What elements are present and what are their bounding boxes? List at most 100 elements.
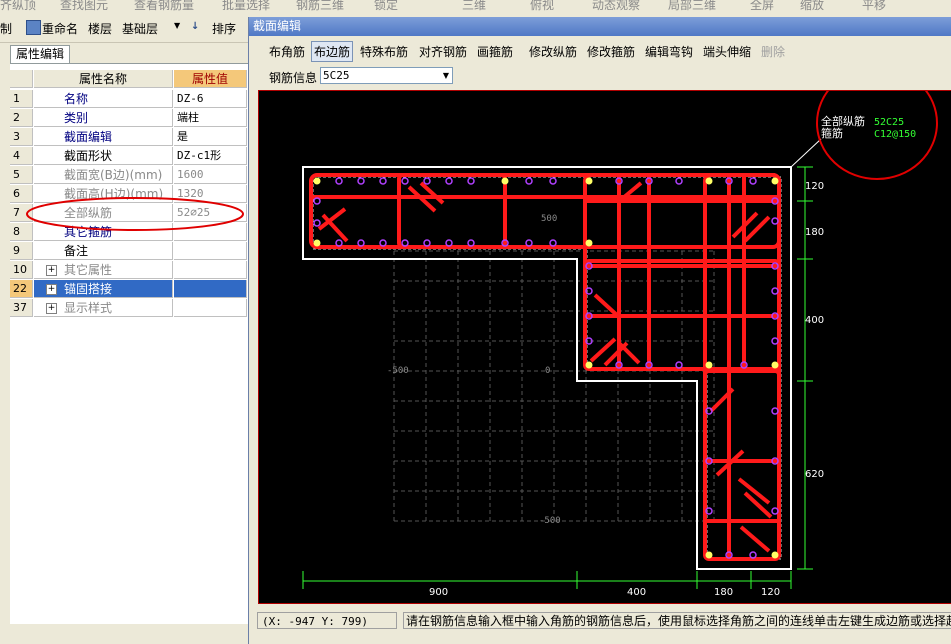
- rename-icon: [26, 20, 41, 35]
- row-name: 名称: [34, 90, 173, 108]
- rebar-info-input[interactable]: 5C25: [320, 67, 453, 84]
- grid-label: 0: [545, 366, 550, 376]
- section-canvas[interactable]: 500 -500 0 -500 全部纵筋 52C25 箍筋 C12@150 90…: [258, 90, 951, 604]
- place-corner-rebar-button[interactable]: 布角筋: [269, 43, 305, 60]
- row-num: 22: [10, 280, 33, 298]
- legend-leader: [790, 138, 822, 168]
- row-name-text: 锚固搭接: [64, 282, 113, 296]
- row-num: 1: [10, 90, 33, 108]
- toolbar-item[interactable]: 局部三维: [668, 0, 716, 12]
- toolbar-item[interactable]: 查找图元: [60, 0, 108, 12]
- grid-label: 500: [541, 214, 557, 224]
- row-name-text: 显示样式: [64, 301, 113, 315]
- toolbar-item[interactable]: 锁定: [374, 0, 398, 12]
- row-name: 截面形状: [34, 147, 173, 165]
- row-name: 截面编辑: [34, 128, 173, 146]
- row-num: 5: [10, 166, 33, 184]
- row-value[interactable]: DZ-c1形: [174, 147, 247, 165]
- toolbar-item[interactable]: 查看钢筋量: [134, 0, 194, 12]
- row-value[interactable]: [174, 242, 247, 260]
- dim-label: 180: [805, 227, 824, 238]
- grid-header: 属性名称 属性值 附: [10, 70, 258, 89]
- toolbar-item[interactable]: 动态观察: [592, 0, 640, 12]
- cursor-coordinates: (X: -947 Y: 799): [257, 612, 397, 629]
- row-value[interactable]: [174, 261, 247, 279]
- table-row[interactable]: 4 截面形状 DZ-c1形: [10, 147, 258, 166]
- floor-select[interactable]: 基础层 ▼: [120, 19, 184, 36]
- copy-button[interactable]: 复制: [0, 20, 12, 37]
- legend-stirrup-value: C12@150: [874, 129, 916, 140]
- row-name: 类别: [34, 109, 173, 127]
- legend-longitudinal-value: 52C25: [874, 117, 904, 128]
- edit-longitudinal-button[interactable]: 修改纵筋: [529, 43, 577, 60]
- table-row[interactable]: 22 + 锚固搭接: [10, 280, 250, 299]
- dim-label: 400: [627, 587, 646, 598]
- row-value[interactable]: 端柱: [174, 109, 247, 127]
- toolbar-item[interactable]: 齐纵顶: [0, 0, 36, 12]
- row-value[interactable]: 1600: [174, 166, 247, 184]
- dim-label: 400: [805, 315, 824, 326]
- toolbar-item[interactable]: 钢筋三维: [296, 0, 344, 12]
- delete-button[interactable]: 删除: [761, 43, 785, 60]
- dim-label: 620: [805, 469, 824, 480]
- section-drawing[interactable]: 500 -500 0 -500 全部纵筋 52C25 箍筋 C12@150 90…: [259, 91, 951, 603]
- table-row[interactable]: 37 + 显示样式: [10, 299, 250, 318]
- table-row[interactable]: 9 备注: [10, 242, 258, 261]
- place-edge-rebar-button[interactable]: 布边筋: [311, 41, 354, 62]
- toolbar-item[interactable]: 全屏: [750, 0, 774, 12]
- chevron-down-icon: ▼: [174, 21, 181, 30]
- table-row[interactable]: 5 截面宽(B边)(mm) 1600: [10, 166, 258, 185]
- draw-stirrup-button[interactable]: 画箍筋: [477, 43, 513, 60]
- expand-icon[interactable]: +: [46, 284, 57, 295]
- floor-select-value: 基础层: [122, 22, 159, 36]
- row-name: 备注: [34, 242, 173, 260]
- row-value[interactable]: [174, 299, 247, 317]
- row-num: 2: [10, 109, 33, 127]
- edit-hook-button[interactable]: 编辑弯钩: [645, 43, 693, 60]
- row-name: 截面宽(B边)(mm): [34, 166, 173, 184]
- expand-icon[interactable]: +: [46, 265, 57, 276]
- table-row[interactable]: 2 类别 端柱: [10, 109, 258, 128]
- row-num: 37: [10, 299, 33, 317]
- expand-icon[interactable]: +: [46, 303, 57, 314]
- toolbar-item[interactable]: 俯视: [530, 0, 554, 12]
- rebar-info-label: 钢筋信息: [269, 71, 318, 85]
- legend-stirrup-label: 箍筋: [821, 126, 843, 140]
- header-name: 属性名称: [34, 70, 173, 88]
- table-row[interactable]: 3 截面编辑 是: [10, 128, 250, 147]
- chevron-down-icon[interactable]: ▼: [440, 68, 452, 83]
- end-extend-button[interactable]: 端头伸缩: [703, 43, 751, 60]
- dim-label: 180: [714, 587, 733, 598]
- dim-label: 900: [429, 587, 448, 598]
- toolbar-item[interactable]: 平移: [862, 0, 886, 12]
- toolbar-item[interactable]: 缩放: [800, 0, 824, 12]
- edit-stirrup-button[interactable]: 修改箍筋: [587, 43, 635, 60]
- toolbar-item[interactable]: 批量选择: [222, 0, 270, 12]
- special-rebar-button[interactable]: 特殊布筋: [360, 43, 408, 60]
- row-value[interactable]: 是: [174, 128, 247, 146]
- toolbar-item[interactable]: 三维: [462, 0, 486, 12]
- grid-label: -500: [387, 366, 409, 376]
- sort-button[interactable]: 排序: [212, 20, 236, 37]
- row-num: 10: [10, 261, 33, 279]
- grid: [393, 250, 715, 522]
- table-row[interactable]: 1 名称 DZ-6: [10, 90, 250, 109]
- tab-property-edit[interactable]: 属性编辑: [10, 45, 70, 63]
- status-message: 请在钢筋信息输入框中输入角筋的钢筋信息后，使用鼠标选择角筋之间的连线单击左键生成…: [403, 612, 951, 629]
- row-num: 9: [10, 242, 33, 260]
- rename-button[interactable]: 重命名: [42, 20, 78, 37]
- window-title: 截面编辑: [249, 17, 951, 36]
- header-value: 属性值: [174, 70, 247, 88]
- row-num: 4: [10, 147, 33, 165]
- header-num: [10, 70, 33, 88]
- property-panel: 属性编辑 属性名称 属性值 附 1 名称 DZ-6 2 类别 端柱 3 截面编辑…: [0, 43, 258, 644]
- top-toolbar: 齐纵顶 查找图元 查看钢筋量 批量选择 钢筋三维 锁定 三维 俯视 动态观察 局…: [0, 0, 951, 12]
- rebar-info-bar: 钢筋信息 5C25 ▼: [249, 65, 951, 87]
- row-value[interactable]: [174, 280, 247, 298]
- highlight-ellipse-left: [26, 197, 244, 231]
- row-value[interactable]: DZ-6: [174, 90, 247, 108]
- align-rebar-button[interactable]: 对齐钢筋: [419, 43, 467, 60]
- row-name-text: 其它属性: [64, 263, 113, 277]
- sort-icon: ↓: [191, 21, 200, 32]
- table-row[interactable]: 10 + 其它属性: [10, 261, 250, 280]
